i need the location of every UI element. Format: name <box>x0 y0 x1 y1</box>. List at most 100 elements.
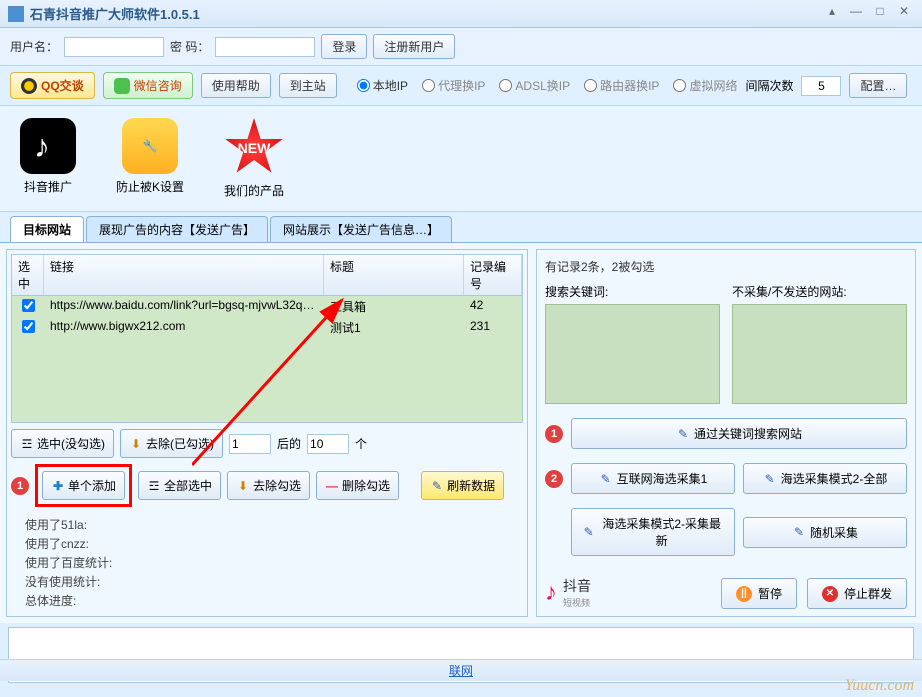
wechat-label: 微信咨询 <box>134 77 182 94</box>
th-title[interactable]: 标题 <box>324 255 464 295</box>
our-products-icon[interactable]: NEW 我们的产品 <box>224 118 284 199</box>
status-baidu: 使用了百度统计: <box>25 553 509 572</box>
stop-icon: ✕ <box>822 586 838 602</box>
router-ip-radio[interactable]: 路由器换IP <box>584 77 659 94</box>
wechat-button[interactable]: 微信咨询 <box>103 72 193 99</box>
virtual-net-radio[interactable]: 虚拟网络 <box>673 77 737 94</box>
cell-id: 231 <box>464 317 522 338</box>
right-panel: 有记录2条，2被勾选 搜索关键词: 不采集/不发送的网站: 1 ✎通过关键词搜索… <box>536 249 916 617</box>
internet-collect-button[interactable]: ✎互联网海选采集1 <box>571 463 735 494</box>
cell-id: 42 <box>464 296 522 317</box>
status-progress: 总体进度: <box>25 591 509 610</box>
douyin-promo-icon[interactable]: ♪ 抖音推广 <box>20 118 76 199</box>
tab-target-site[interactable]: 目标网站 <box>10 216 84 242</box>
pause-button[interactable]: ||暂停 <box>721 578 797 609</box>
footer: 联网 <box>0 659 922 681</box>
icon-row: ♪ 抖音推广 🔧 防止被K设置 NEW 我们的产品 <box>0 106 922 212</box>
delete-check-button[interactable]: —删除勾选 <box>316 471 399 500</box>
remove-check-button[interactable]: ⬇去除勾选 <box>227 471 310 500</box>
pause-icon: || <box>736 586 752 602</box>
status-51la: 使用了51la: <box>25 515 509 534</box>
anti-k-icon[interactable]: 🔧 防止被K设置 <box>116 118 184 199</box>
maximize-button[interactable]: □ <box>870 4 890 24</box>
pencil-icon: ✎ <box>792 525 806 539</box>
interval-label: 间隔次数 <box>745 77 793 94</box>
username-input[interactable] <box>64 37 164 57</box>
close-button[interactable]: ✕ <box>894 4 914 24</box>
cell-title: 工具箱 <box>324 296 464 317</box>
action-row: 1 ✚单个添加 ☲全部选中 ⬇去除勾选 —删除勾选 ✎刷新数据 <box>11 464 523 507</box>
exclude-box[interactable] <box>732 304 907 404</box>
add-single-button[interactable]: ✚单个添加 <box>42 471 125 500</box>
watermark: Yuucn.com <box>845 677 914 695</box>
keyword-box[interactable] <box>545 304 720 404</box>
select-all-button[interactable]: ☲全部选中 <box>138 471 221 500</box>
minimize-button[interactable]: — <box>846 4 866 24</box>
range-unit: 个 <box>355 435 367 452</box>
th-link[interactable]: 链接 <box>44 255 324 295</box>
register-button[interactable]: 注册新用户 <box>373 34 455 59</box>
adsl-ip-radio[interactable]: ADSL换IP <box>499 77 570 94</box>
pencil-icon: ✎ <box>430 479 444 493</box>
plus-icon: ✚ <box>51 479 65 493</box>
app-title: 石青抖音推广大师软件1.0.5.1 <box>30 4 200 23</box>
random-collect-button[interactable]: ✎随机采集 <box>743 517 907 548</box>
table-row[interactable]: https://www.baidu.com/link?url=bgsq-mjvw… <box>12 296 522 317</box>
th-check[interactable]: 选中 <box>12 255 44 295</box>
tab-bar: 目标网站 展现广告的内容【发送广告】 网站展示【发送广告信息…】 <box>0 212 922 243</box>
th-id[interactable]: 记录编号 <box>464 255 522 295</box>
remove-checked-button[interactable]: ⬇去除(已勾选) <box>120 429 223 458</box>
pencil-icon: ✎ <box>582 525 595 539</box>
list-icon: ☲ <box>147 479 161 493</box>
step-1-badge-r: 1 <box>545 425 563 443</box>
hx-mode2-all-button[interactable]: ✎海选采集模式2-全部 <box>743 463 907 494</box>
step-2-badge: 2 <box>545 470 563 488</box>
password-input[interactable] <box>215 37 315 57</box>
main-site-button[interactable]: 到主站 <box>279 73 337 98</box>
hx-mode2-latest-button[interactable]: ✎海选采集模式2-采集最新 <box>571 508 735 556</box>
music-note-icon: ♪ <box>545 579 557 607</box>
help-button[interactable]: 使用帮助 <box>201 73 271 98</box>
login-bar: 用户名： 密 码： 登录 注册新用户 <box>0 28 922 66</box>
app-icon <box>8 6 24 22</box>
range-mid-label: 后的 <box>277 435 301 452</box>
search-by-keyword-button[interactable]: ✎通过关键词搜索网站 <box>571 418 907 449</box>
refresh-data-button[interactable]: ✎刷新数据 <box>421 471 504 500</box>
username-label: 用户名： <box>10 38 58 55</box>
cell-link: http://www.bigwx212.com <box>44 317 324 338</box>
local-ip-radio[interactable]: 本地IP <box>357 77 408 94</box>
status-cnzz: 使用了cnzz: <box>25 534 509 553</box>
qq-icon <box>21 78 37 94</box>
config-button[interactable]: 配置… <box>849 73 907 98</box>
login-button[interactable]: 登录 <box>321 34 367 59</box>
search-keyword-label: 搜索关键词: <box>545 283 720 300</box>
minus-icon: — <box>325 479 339 493</box>
table-row[interactable]: http://www.bigwx212.com 测试1 231 <box>12 317 522 338</box>
wechat-icon <box>114 78 130 94</box>
row-checkbox[interactable] <box>22 320 35 333</box>
step-1-badge: 1 <box>11 477 29 495</box>
qq-chat-button[interactable]: QQ交谈 <box>10 72 95 99</box>
network-link[interactable]: 联网 <box>449 662 473 679</box>
status-none: 没有使用统计: <box>25 572 509 591</box>
tab-ad-content[interactable]: 展现广告的内容【发送广告】 <box>86 216 268 242</box>
tab-site-display[interactable]: 网站展示【发送广告信息…】 <box>270 216 452 242</box>
row-checkbox[interactable] <box>22 299 35 312</box>
qq-label: QQ交谈 <box>41 77 84 94</box>
remove-icon: ⬇ <box>129 437 143 451</box>
interval-input[interactable] <box>801 76 841 96</box>
douyin-logo: ♪ 抖音 短视频 <box>545 576 591 609</box>
left-panel: 选中 链接 标题 记录编号 https://www.baidu.com/link… <box>6 249 528 617</box>
range-end-input[interactable] <box>307 434 349 454</box>
main-content: 选中 链接 标题 记录编号 https://www.baidu.com/link… <box>0 243 922 623</box>
minimize-button[interactable]: ▴ <box>822 4 842 24</box>
range-start-input[interactable] <box>229 434 271 454</box>
stop-button[interactable]: ✕停止群发 <box>807 578 907 609</box>
proxy-ip-radio[interactable]: 代理换IP <box>422 77 485 94</box>
ip-mode-group: 本地IP 代理换IP ADSL换IP 路由器换IP 虚拟网络 <box>357 77 738 94</box>
select-unchecked-button[interactable]: ☲选中(没勾选) <box>11 429 114 458</box>
titlebar: 石青抖音推广大师软件1.0.5.1 ▴ — □ ✕ <box>0 0 922 28</box>
table-header: 选中 链接 标题 记录编号 <box>12 255 522 296</box>
cell-title: 测试1 <box>324 317 464 338</box>
password-label: 密 码： <box>170 38 209 55</box>
